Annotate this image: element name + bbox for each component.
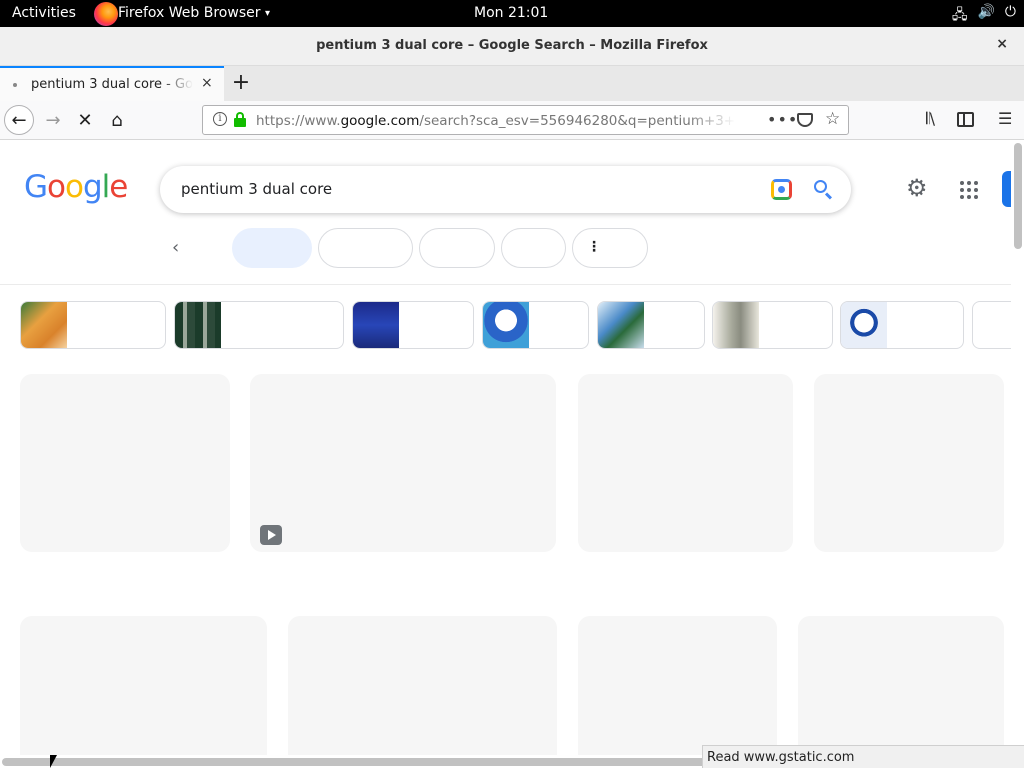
related-image-chip[interactable] (20, 301, 166, 349)
home-button[interactable]: ⌂ (102, 105, 132, 135)
menu-icon[interactable]: ☰ (998, 109, 1012, 128)
chips-scroll-left-icon[interactable]: ‹ (172, 237, 179, 258)
processor-chart-thumbnail (353, 302, 399, 348)
related-image-chip[interactable] (174, 301, 344, 349)
image-result-placeholder[interactable] (578, 374, 793, 552)
related-image-chip[interactable] (972, 301, 1011, 349)
google-apps-icon[interactable] (960, 181, 978, 199)
volume-icon[interactable]: 🔊 (977, 4, 994, 28)
cpu-orange-thumbnail (21, 302, 67, 348)
pc-tower-thumbnail (713, 302, 759, 348)
more-filters-chip[interactable]: ⋮ (572, 228, 648, 268)
tab-strip: pentium 3 dual core - Google Search × + (0, 66, 1024, 101)
search-box[interactable]: pentium 3 dual core (160, 166, 851, 213)
window-title-bar: pentium 3 dual core – Google Search – Mo… (0, 27, 1024, 66)
settings-gear-icon[interactable]: ⚙ (906, 174, 928, 202)
tab-close-button[interactable]: × (201, 75, 213, 91)
new-tab-button[interactable]: + (230, 70, 252, 96)
clock[interactable]: Mon 21:01 (474, 5, 548, 21)
related-image-chip[interactable] (840, 301, 964, 349)
related-image-chip[interactable] (712, 301, 833, 349)
lock-icon[interactable] (234, 112, 246, 128)
firefox-logo-icon (94, 2, 118, 26)
image-result-placeholder[interactable] (250, 374, 556, 552)
tab-loading-icon (13, 83, 17, 87)
filter-chip[interactable] (318, 228, 413, 268)
power-icon[interactable]: ⏻ (1005, 4, 1016, 28)
tab-title: pentium 3 dual core - Google Search (31, 77, 193, 92)
pocket-icon[interactable] (797, 113, 813, 127)
image-result-placeholder[interactable] (814, 374, 1004, 552)
related-image-chip[interactable] (352, 301, 474, 349)
related-image-chip[interactable] (597, 301, 705, 349)
system-tray[interactable]: 🖧 🔊 ⏻ (952, 4, 1016, 28)
image-result-placeholder[interactable] (20, 616, 267, 768)
network-icon[interactable]: 🖧 (952, 4, 968, 28)
related-image-chip[interactable] (482, 301, 589, 349)
filter-chip[interactable] (419, 228, 495, 268)
activities-button[interactable]: Activities (12, 5, 76, 21)
tab-google-search[interactable]: pentium 3 dual core - Google Search × (0, 66, 224, 101)
window-close-button[interactable]: × (996, 36, 1008, 52)
divider (0, 284, 1011, 285)
bookmark-star-icon[interactable]: ☆ (825, 109, 840, 129)
forward-button[interactable]: → (38, 105, 68, 135)
filter-chip[interactable] (501, 228, 566, 268)
processor-box-thumbnail (598, 302, 644, 348)
search-input[interactable]: pentium 3 dual core (181, 180, 332, 198)
intel-xeon-logo-thumbnail (483, 302, 529, 348)
intel-pentium-logo-thumbnail (841, 302, 887, 348)
vertical-scrollbar-thumb[interactable] (1014, 143, 1022, 249)
image-result-placeholder[interactable] (20, 374, 230, 552)
mouse-cursor-icon (50, 755, 57, 768)
app-menu-caret-icon: ▾ (265, 8, 271, 19)
image-result-placeholder[interactable] (288, 616, 557, 768)
site-info-icon[interactable]: i (213, 112, 227, 126)
app-menu-label: Firefox Web Browser (118, 5, 261, 21)
system-top-bar: Activities Firefox Web Browser ▾ Mon 21:… (0, 0, 1024, 27)
stop-button[interactable]: ✕ (70, 105, 100, 135)
more-vert-icon: ⋮ (587, 239, 601, 255)
back-button[interactable]: ← (4, 105, 34, 135)
video-play-icon (260, 525, 282, 545)
google-results-page: Google pentium 3 dual core ⚙ ‹ ⋮ (0, 141, 1011, 768)
search-icon[interactable] (812, 178, 834, 200)
page-actions-button[interactable]: ••• (767, 110, 798, 129)
library-icon[interactable]: 𝄃\ (926, 109, 935, 129)
status-panel: Read www.gstatic.com (702, 745, 1024, 768)
sign-in-button[interactable] (1002, 171, 1011, 207)
vertical-scrollbar[interactable] (1011, 141, 1024, 768)
window-title: pentium 3 dual core – Google Search – Mo… (316, 38, 708, 53)
filter-chip-active[interactable] (232, 228, 312, 268)
sidebar-icon[interactable] (957, 112, 974, 127)
navigation-toolbar: ← → ✕ ⌂ i https://www.google.com/search?… (0, 101, 1024, 140)
url-text[interactable]: https://www.google.com/search?sca_esv=55… (256, 113, 736, 129)
google-logo[interactable]: Google (24, 169, 128, 205)
url-bar[interactable]: i https://www.google.com/search?sca_esv=… (202, 105, 849, 135)
google-lens-icon[interactable] (771, 179, 792, 200)
motherboard-thumbnail (175, 302, 221, 348)
